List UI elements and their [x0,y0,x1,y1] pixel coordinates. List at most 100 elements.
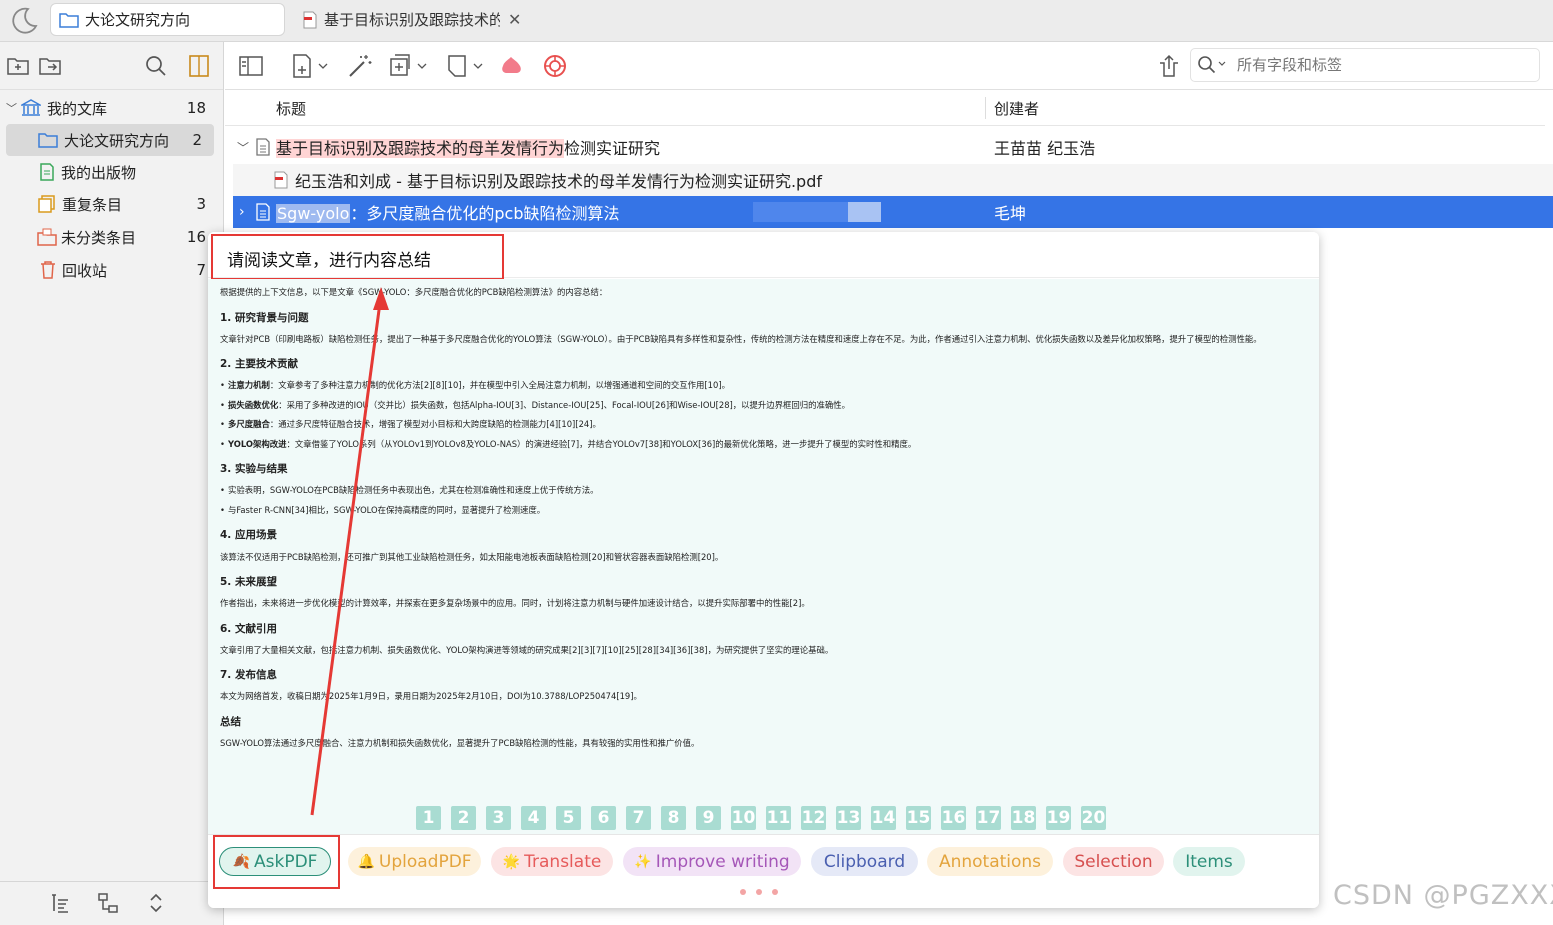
search-icon [1198,56,1226,74]
folder-icon [38,133,58,148]
watermark: CSDN @PGZXXX [1333,880,1553,911]
selection-overlay [753,202,848,222]
annotations-button[interactable]: Annotations [927,847,1053,876]
title-rest: ：多尺度融合优化的pcb缺陷检测算法 [350,204,620,223]
page-button[interactable]: 5 [556,806,581,830]
document-icon [256,203,270,221]
page-button[interactable]: 6 [591,806,616,830]
answer-panel: 根据提供的上下文信息，以下是文章《SGW-YOLO：多尺度融合优化的PCB缺陷检… [208,279,1319,834]
sidebar-item-trash[interactable]: 回收站 7 [0,254,224,286]
title-highlight: Sgw-yolo [276,204,351,223]
page-indicator[interactable] [740,889,778,895]
sidebar-item-label: 重复条目 [62,195,123,214]
panel-toggle-icon[interactable] [187,54,211,78]
document-icon [256,138,270,156]
page-button[interactable]: 1 [416,806,441,830]
table-row-selected[interactable]: › Sgw-yolo：多尺度融合优化的pcb缺陷检测算法 毛坤 [233,196,1553,228]
upload-icon[interactable] [1156,53,1182,79]
moon-icon[interactable] [8,4,40,36]
item-title: 基于目标识别及跟踪技术的母羊发情行为检测实证研究 [276,135,660,159]
answer-intro: 根据提供的上下文信息，以下是文章《SGW-YOLO：多尺度融合优化的PCB缺陷检… [220,287,608,297]
item-count: 16 [186,228,206,246]
sidebar-item-duplicates[interactable]: 重复条目 3 [0,188,224,220]
tab-collection[interactable]: 大论文研究方向 [50,3,285,36]
page-button[interactable]: 7 [626,806,651,830]
magic-wand-icon[interactable] [347,53,373,79]
items-button[interactable]: Items [1173,847,1245,876]
chevron-down-icon[interactable]: ﹀ [237,139,249,156]
sync-cloud-icon[interactable] [500,53,526,79]
page-button[interactable]: 15 [906,806,931,830]
search-box[interactable] [1190,48,1540,82]
sidebar-footer [0,881,224,925]
list-item: 实验表明，SGW-YOLO在PCB缺陷检测任务中表现出色，尤其在检测准确性和速度… [220,485,1307,496]
tab-bar: 大论文研究方向 基于目标识别及跟踪技术的 ✕ [0,0,1553,42]
search-icon[interactable] [144,54,168,78]
folder-sync-icon[interactable] [38,54,62,78]
table-row[interactable]: ﹀ 基于目标识别及跟踪技术的母羊发情行为检测实证研究 王苗苗 纪玉浩 [225,131,1553,163]
page-button[interactable]: 12 [801,806,826,830]
tab-label: 大论文研究方向 [85,11,191,29]
uploadpdf-button[interactable]: 🔔 UploadPDF [348,847,481,876]
page-button[interactable]: 14 [871,806,896,830]
pdf-icon [274,171,288,189]
chevron-down-icon[interactable]: ﹀ [6,100,17,116]
new-note-icon[interactable] [446,53,486,79]
sidebar-item-label: 我的文库 [47,99,108,118]
section-heading: 总结 [220,715,241,728]
page-button[interactable]: 11 [766,806,791,830]
page-button[interactable]: 20 [1081,806,1106,830]
folder-icon [59,12,79,28]
page-button[interactable]: 9 [696,806,721,830]
sidebar-item-collection[interactable]: 大论文研究方向 2 [6,124,214,156]
sidebar-item-label: 未分类条目 [61,228,137,247]
sidebar-item-publications[interactable]: 我的出版物 [0,156,224,188]
askpdf-button[interactable]: 🍂 AskPDF [219,847,331,876]
toggle-pane-icon[interactable] [238,53,264,79]
sidebar-item-unfiled[interactable]: 未分类条目 16 [0,221,224,253]
new-collection-icon[interactable] [6,54,30,78]
page-button[interactable]: 16 [941,806,966,830]
unfiled-icon [37,228,57,246]
expand-collapse-icon[interactable] [145,892,167,914]
sidebar-item-my-library[interactable]: ﹀ 我的文库 18 [0,92,224,124]
translate-button[interactable]: 🌟 Translate [491,847,613,876]
tree-icon[interactable] [97,892,119,914]
section-heading: 7. 发布信息 [220,669,277,682]
tab-pdf[interactable]: 基于目标识别及跟踪技术的 ✕ [298,3,538,36]
page-button[interactable]: 4 [521,806,546,830]
list-item: 多尺度融合：通过多尺度特征融合技术，增强了模型对小目标和大跨度缺陷的检测能力[4… [220,419,1307,430]
column-title[interactable]: 标题 [276,98,306,119]
sidebar-item-label: 回收站 [62,261,108,280]
section-heading: 5. 未来展望 [220,576,277,588]
clipboard-button[interactable]: Clipboard [811,847,918,876]
new-item-icon[interactable] [291,53,331,79]
gpt-popup: 请阅读文章，进行内容总结 根据提供的上下文信息，以下是文章《SGW-YOLO：多… [208,232,1319,908]
page-buttons: 1 2 3 4 5 6 7 8 9 10 11 12 13 14 15 16 17 18 19 20 [416,806,1106,830]
page-button[interactable]: 19 [1046,806,1071,830]
column-creator[interactable]: 创建者 [994,98,1039,119]
selection-button[interactable]: Selection [1063,847,1164,876]
chevron-right-icon[interactable]: › [239,204,245,220]
column-header: 标题 创建者 [225,91,1545,126]
chatgpt-icon[interactable] [542,53,568,79]
search-input[interactable] [1237,56,1527,74]
library-icon [21,99,41,116]
improve-writing-button[interactable]: ✨ Improve writing [623,847,801,876]
page-button[interactable]: 18 [1011,806,1036,830]
page-button[interactable]: 13 [836,806,861,830]
list-item: 与Faster R-CNN[34]相比，SGW-YOLO在保持高精度的同时，显著… [220,505,1307,516]
prompt-input[interactable]: 请阅读文章，进行内容总结 [211,234,504,280]
page-button[interactable]: 8 [661,806,686,830]
page-button[interactable]: 2 [451,806,476,830]
list-item: 损失函数优化：采用了多种改进的IOU（交并比）损失函数，包括Alpha-IOU[… [220,400,1307,411]
section-heading: 6. 文献引用 [220,622,277,635]
add-attachment-icon[interactable] [388,53,430,79]
page-button[interactable]: 10 [731,806,756,830]
table-row[interactable]: 纪玉浩和刘成 - 基于目标识别及跟踪技术的母羊发情行为检测实证研究.pdf [233,164,1553,196]
column-divider[interactable] [985,97,986,119]
sort-icon[interactable] [49,892,71,914]
close-icon[interactable]: ✕ [508,10,521,29]
page-button[interactable]: 17 [976,806,1001,830]
page-button[interactable]: 3 [486,806,511,830]
